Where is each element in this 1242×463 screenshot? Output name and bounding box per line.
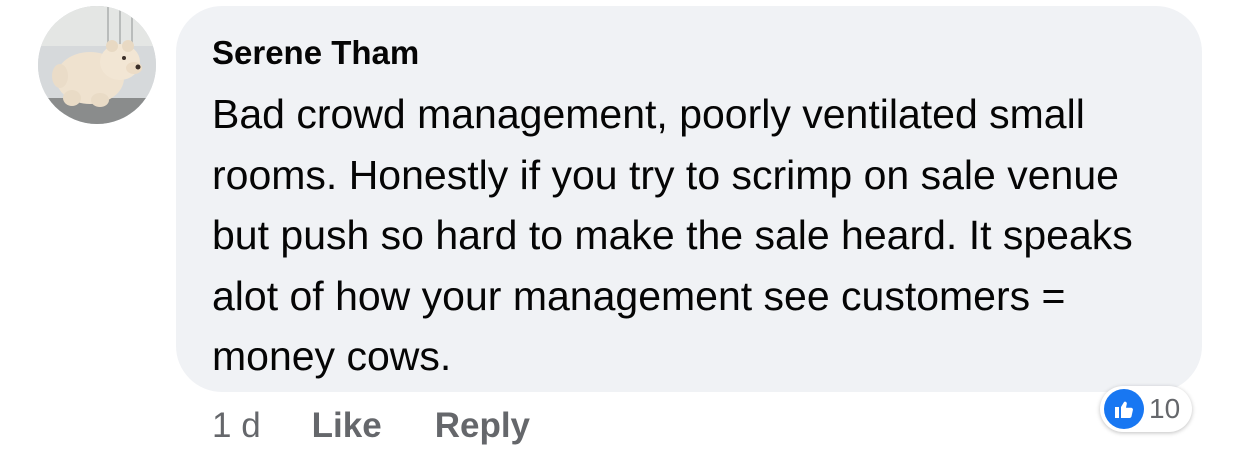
comment-bubble: Serene Tham Bad crowd management, poorly… (176, 6, 1202, 392)
reaction-summary[interactable]: 10 (1100, 386, 1193, 432)
thumbs-up-icon (1104, 389, 1144, 429)
reaction-count: 10 (1149, 393, 1181, 424)
reply-button[interactable]: Reply (435, 406, 530, 446)
polar-bear-plush-icon (38, 6, 156, 124)
avatar[interactable] (38, 6, 156, 124)
comment-text: Bad crowd management, poorly ventilated … (212, 91, 1133, 379)
comment-actions: 1 d Like Reply (212, 404, 583, 448)
comment-timestamp[interactable]: 1 d (212, 406, 261, 446)
comment-thread: Serene Tham Bad crowd management, poorly… (0, 0, 1242, 463)
comment-author[interactable]: Serene Tham (212, 34, 419, 72)
like-button[interactable]: Like (312, 406, 382, 446)
